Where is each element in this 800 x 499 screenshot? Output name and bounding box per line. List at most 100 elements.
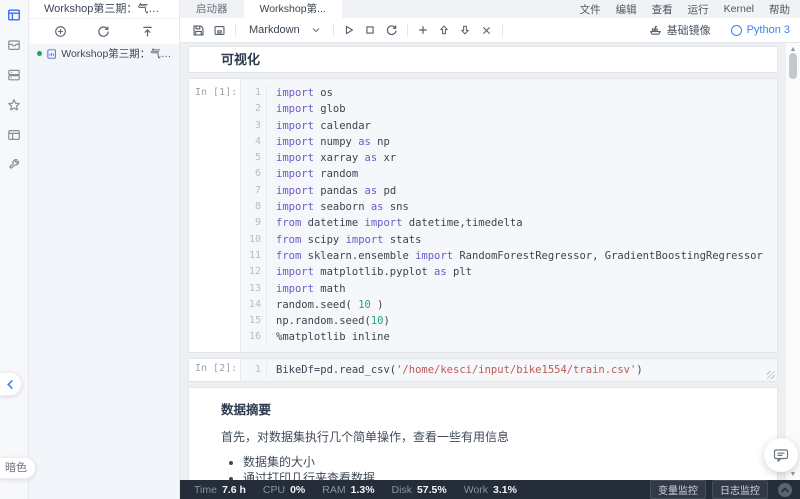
menu-bar: 文件 编辑 查看 运行 Kernel 帮助 [580,0,800,18]
line-number-gutter: 1 2 3 4 5 6 7 8 9 10 11 12 13 14 15 16 [241,85,267,346]
monitor-button[interactable]: 变量监控 [650,480,706,499]
line-number: 7 [254,184,261,196]
left-rail: 暗色 [0,0,36,499]
collapse-monitor-icon[interactable] [778,482,792,497]
code-line: import matplotlib.pyplot as plt [276,266,472,279]
file-name: Workshop第三期：气象+机... [61,48,175,60]
main-area: 启动器 Workshop第... 文件 编辑 查看 运行 Kernel 帮助 Markdow… [180,0,800,499]
toolbar-divider [332,23,334,37]
code-line: np.random.seed(10) [276,315,390,328]
refresh-icon[interactable] [94,22,114,42]
code-line: import os [276,87,333,99]
line-number: 6 [254,168,261,180]
notebook-file-icon [47,48,56,59]
menu-item[interactable]: 编辑 [616,2,637,17]
notebook-scroll-area[interactable]: 可视化 In [1]: 1 2 3 4 5 6 7 8 9 10 11 12 13 14 15 16 impo… [180,43,800,480]
line-number: 12 [248,266,261,278]
markdown-heading: 数据摘要 [221,403,272,418]
app: 暗色 Workshop第三期：气象+机器学习... [0,0,800,499]
menu-item[interactable]: 运行 [688,2,709,17]
code-editor[interactable]: 1 BikeDf=pd.read_csv('/home/kesci/input/… [241,358,777,382]
code-editor[interactable]: 1 2 3 4 5 6 7 8 9 10 11 12 13 14 15 16 import os import … [241,79,777,352]
metric-disk: Disk 57.5% [391,483,447,496]
line-number-gutter: 1 [241,361,267,379]
base-image-label: 基础镜像 [666,25,711,37]
star-icon[interactable] [0,90,28,120]
tab-active-notebook[interactable]: Workshop第... [243,0,342,18]
speech-bubble-icon [773,448,789,462]
code-line: import numpy as np [276,135,390,148]
toolbar-divider [501,23,503,37]
line-number: 13 [248,282,261,294]
resource-metrics: Time 7.6 h CPU 0% RAM 1.3% Disk 57.5% Work 3.1% [194,484,517,496]
sidebar-collapse-button[interactable] [0,372,22,396]
line-number: 14 [248,298,261,310]
bullet-item: 通过打印几行来查看数据 [243,471,757,480]
menu-item[interactable]: Kernel [724,3,754,15]
markdown-heading: 可视化 [221,52,261,67]
monitor-button[interactable]: 日志监控 [712,480,768,499]
snapshot-icon[interactable] [209,20,230,41]
markdown-bullet-list: 数据集的大小通过打印几行来查看数据变量的数据类型整体信息（包括有无缺测等） [221,455,757,480]
theme-toggle[interactable]: 暗色 [0,457,36,479]
tab-launcher[interactable]: 启动器 [180,0,244,18]
file-row[interactable]: Workshop第三期：气象+机... [29,44,179,63]
code-line: import pandas as pd [276,184,397,197]
cell-resize-handle[interactable] [767,371,775,380]
close-icon[interactable] [476,20,497,41]
markdown-cell-visualization[interactable]: 可视化 [188,46,778,73]
line-number: 4 [254,135,261,147]
save-icon[interactable] [188,20,209,41]
upload-icon[interactable] [137,22,157,42]
line-number: 1 [254,363,261,375]
code-cell-imports[interactable]: In [1]: 1 2 3 4 5 6 7 8 9 10 11 12 13 14 15 16 import o… [188,78,778,353]
execution-count-label: In [1]: [189,79,241,352]
bullet-item: 数据集的大小 [243,455,757,471]
database-icon[interactable] [0,60,28,90]
code-line: import math [276,282,346,295]
code-line: from datetime import datetime,timedelta [276,217,523,230]
new-file-icon[interactable] [51,22,71,42]
add-cell-icon[interactable] [413,20,434,41]
line-number: 11 [248,249,261,261]
menu-item[interactable]: 帮助 [769,2,790,17]
file-panel-title: Workshop第三期：气象+机器学习... [29,0,179,19]
code-cell-read-csv[interactable]: In [2]: 1 BikeDf=pd.read_csv('/home/kesc… [188,357,778,383]
code-line: %matplotlib inline [276,331,390,344]
code-line: BikeDf=pd.read_csv('/home/kesci/input/bi… [276,363,643,376]
menu-item[interactable]: 查看 [652,2,673,17]
tab-strip: 启动器 Workshop第... [180,0,342,18]
line-number: 10 [248,233,261,245]
wrench-icon[interactable] [0,150,28,180]
notebook-scrollbar[interactable]: ▲ ▼ [785,43,800,480]
feedback-bubble-button[interactable] [764,438,798,472]
line-number: 15 [248,315,261,327]
line-number: 16 [248,331,261,343]
markdown-paragraph: 首先，对数据集执行几个简单操作，查看一些有用信息 [221,430,510,445]
cell-type-dropdown[interactable]: Markdown [241,24,328,36]
archive-icon[interactable] [0,30,28,60]
code-line: import seaborn as sns [276,201,409,214]
markdown-cell-data-summary[interactable]: 数据摘要 首先，对数据集执行几个简单操作，查看一些有用信息 数据集的大小通过打印… [188,387,778,480]
base-image-button[interactable]: 基础镜像 [649,22,711,38]
stop-icon[interactable] [360,20,381,41]
kernel-name-label: Python 3 [746,24,790,36]
kernel-running-dot [37,51,42,56]
kernel-indicator[interactable]: Python 3 [730,24,790,36]
restart-icon[interactable] [381,20,402,41]
notebook-toolbar: Markdown 基础镜像 Python 3 [180,18,800,43]
menu-item[interactable]: 文件 [580,2,601,17]
layout-icon[interactable] [0,120,28,150]
run-icon[interactable] [339,20,360,41]
code-line: import random [276,168,359,181]
move-cell-up-icon[interactable] [434,20,455,41]
metric-time: Time 7.6 h [194,483,246,496]
kernel-status-icon [730,24,742,36]
scroll-down-icon[interactable]: ▼ [786,469,800,479]
move-cell-down-icon[interactable] [455,20,476,41]
line-number: 3 [254,119,261,131]
chevron-down-icon [312,28,320,33]
code-line: import glob [276,103,346,116]
scrollbar-thumb[interactable] [789,53,797,79]
workbench-icon[interactable] [0,0,28,30]
